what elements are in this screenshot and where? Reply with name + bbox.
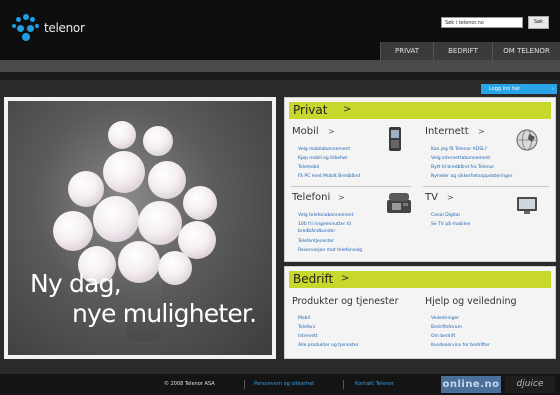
hjelp-link[interactable]: Om bedrift bbox=[431, 334, 455, 339]
hjelp-link[interactable]: Veiledninger bbox=[431, 316, 459, 321]
hjelp-link[interactable]: Kundeservice for bedrifter bbox=[431, 343, 490, 348]
blossom bbox=[143, 126, 173, 156]
produkter-title[interactable]: Produkter og tjenester bbox=[292, 296, 398, 307]
telenor-logo[interactable]: telenor bbox=[12, 14, 85, 42]
bedrift-header[interactable]: Bedrift > bbox=[289, 271, 551, 288]
blossom bbox=[118, 241, 160, 283]
tab-om-telenor[interactable]: OM TELENOR bbox=[492, 42, 560, 60]
search-input[interactable]: Søk i telenor.no bbox=[441, 17, 523, 28]
divider bbox=[343, 380, 344, 389]
chevron-right-icon: > bbox=[338, 193, 345, 202]
divider bbox=[423, 186, 549, 187]
produkter-link[interactable]: Mobil bbox=[298, 316, 310, 321]
blossom bbox=[138, 201, 182, 245]
mobil-link[interactable]: Telemobil bbox=[298, 165, 319, 170]
privacy-link[interactable]: Personvern og sikkerhet bbox=[254, 381, 314, 387]
produkter-link[interactable]: Telefoni bbox=[298, 325, 315, 330]
privat-header[interactable]: Privat > bbox=[289, 102, 551, 119]
bedrift-title: Bedrift bbox=[293, 272, 334, 286]
privat-panel: Privat > Mobil > Velg mobilabonnement Kj… bbox=[284, 97, 556, 262]
tv-icon bbox=[517, 197, 537, 214]
hero-headline-2: nye muligheter. bbox=[72, 299, 257, 328]
chevron-right-icon: > bbox=[478, 127, 485, 136]
telefoni-link[interactable]: 100 fri ringeminutter til bbox=[298, 222, 351, 227]
mobil-link[interactable]: Kjøp mobil og tilbehør bbox=[298, 156, 348, 161]
hjelp-link[interactable]: Bedriftsforum bbox=[431, 325, 462, 330]
produkter-link[interactable]: Internett bbox=[298, 334, 318, 339]
header-band-dark bbox=[0, 72, 560, 80]
logo-text: telenor bbox=[44, 21, 85, 35]
copyright: © 2008 Telenor ASA bbox=[164, 381, 215, 387]
login-arrow-icon: › bbox=[552, 86, 554, 92]
online-no-badge[interactable]: online.no bbox=[441, 376, 501, 393]
produkter-link[interactable]: Alle produkter og tjenester bbox=[298, 343, 358, 348]
desk-phone-icon bbox=[387, 193, 411, 213]
blossom bbox=[53, 211, 93, 251]
internett-link[interactable]: Nyheter og sikkerhetsoppdateringer bbox=[431, 174, 512, 179]
header-band bbox=[0, 60, 560, 72]
djuice-badge[interactable]: djuice bbox=[505, 376, 555, 393]
main-nav: PRIVAT BEDRIFT OM TELENOR bbox=[380, 42, 560, 60]
blossom bbox=[183, 186, 217, 220]
internett-link[interactable]: Velg internettabonnement bbox=[431, 156, 490, 161]
tv-link[interactable]: Se TV på mobilen bbox=[431, 222, 470, 227]
blossom bbox=[68, 171, 104, 207]
telefoni-link[interactable]: bredbåndkunder bbox=[298, 229, 335, 234]
hero-image[interactable]: Ny dag, nye muligheter. bbox=[8, 101, 272, 355]
blossom bbox=[103, 151, 145, 193]
hero-headline-1: Ny dag, bbox=[30, 269, 122, 298]
privat-title: Privat bbox=[293, 103, 328, 117]
telefoni-link[interactable]: Telefontjenester bbox=[298, 239, 334, 244]
bedrift-panel: Bedrift > Produkter og tjenester Mobil T… bbox=[284, 266, 556, 359]
internett-link[interactable]: Bytt til bredbånd fra Telenor bbox=[431, 165, 494, 170]
internett-link[interactable]: Kan jeg få Telenor ADSL? bbox=[431, 147, 487, 152]
chevron-right-icon: > bbox=[328, 127, 335, 136]
hero-frame: Ny dag, nye muligheter. bbox=[4, 97, 276, 359]
telefoni-link[interactable]: Reservasjon mot telefonsalg bbox=[298, 248, 362, 253]
chevron-right-icon: > bbox=[343, 104, 352, 115]
blossom bbox=[148, 161, 186, 199]
mobil-link[interactable]: Få PC med Mobilt Bredbånd bbox=[298, 174, 360, 179]
mobil-title[interactable]: Mobil bbox=[292, 126, 319, 137]
contact-link[interactable]: Kontakt Telenor bbox=[355, 381, 394, 387]
telefoni-title[interactable]: Telefoni bbox=[292, 192, 330, 203]
telefoni-link[interactable]: Velg telefonabonnement bbox=[298, 213, 353, 218]
divider bbox=[291, 186, 411, 187]
chevron-right-icon: > bbox=[447, 193, 454, 202]
login-label: Logg inn her bbox=[489, 86, 521, 92]
internett-title[interactable]: Internett bbox=[425, 126, 469, 137]
mobile-phone-icon bbox=[389, 127, 401, 151]
tv-link[interactable]: Canal Digital bbox=[431, 213, 460, 218]
tab-privat[interactable]: PRIVAT bbox=[380, 42, 433, 60]
hjelp-title[interactable]: Hjelp og veiledning bbox=[425, 296, 517, 307]
search-button[interactable]: Søk bbox=[528, 16, 549, 29]
divider bbox=[244, 380, 245, 389]
telenor-logo-icon bbox=[12, 14, 40, 42]
blossom bbox=[158, 251, 192, 285]
login-button[interactable]: Logg inn her › bbox=[481, 84, 557, 94]
tv-title[interactable]: TV bbox=[425, 192, 438, 203]
header: telenor Søk i telenor.no Søk PRIVAT BEDR… bbox=[0, 0, 560, 60]
tab-bedrift[interactable]: BEDRIFT bbox=[433, 42, 492, 60]
blossom bbox=[108, 121, 136, 149]
mobil-link[interactable]: Velg mobilabonnement bbox=[298, 147, 350, 152]
blossom bbox=[93, 196, 139, 242]
chevron-right-icon: > bbox=[341, 273, 350, 284]
globe-icon bbox=[516, 129, 538, 151]
